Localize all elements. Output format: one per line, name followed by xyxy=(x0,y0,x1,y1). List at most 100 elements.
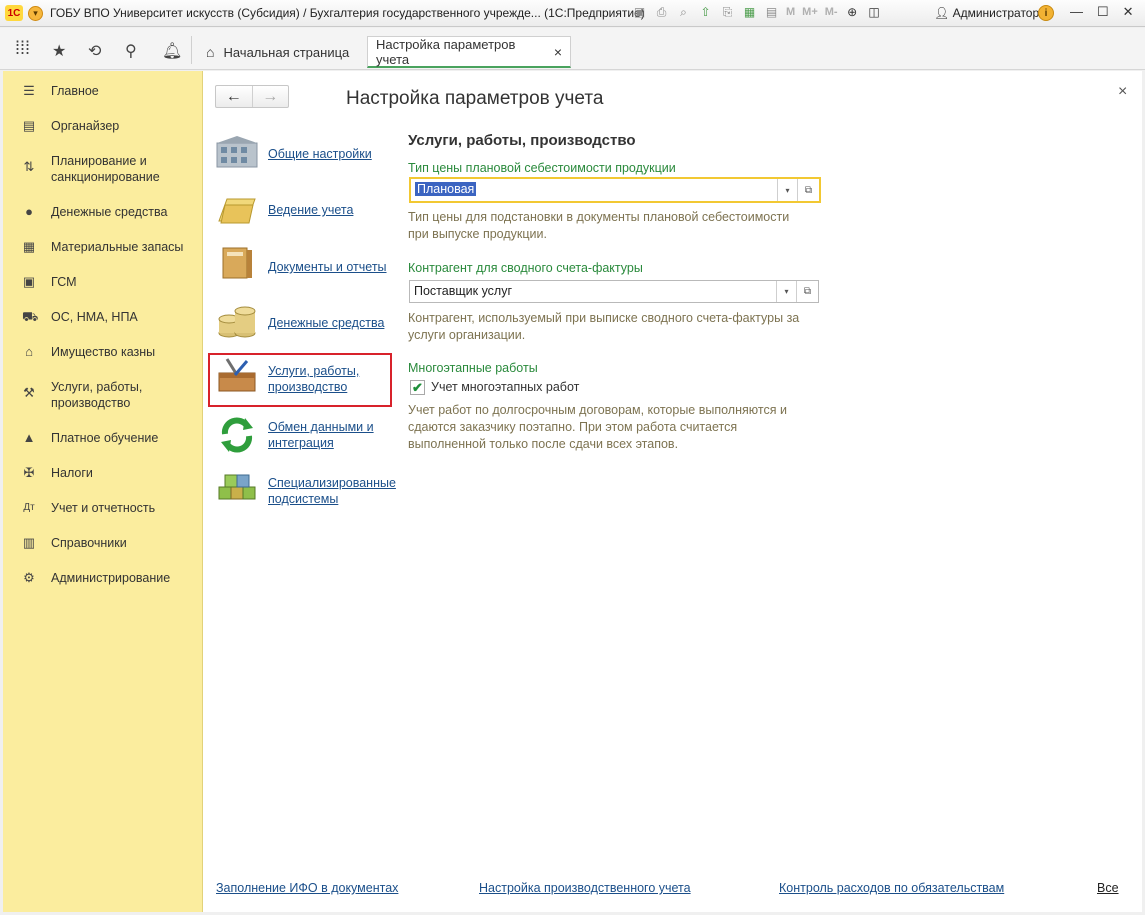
sidebar-item-money[interactable]: ● Денежные средства xyxy=(3,204,203,220)
sidebar-item-fuel[interactable]: ▣ ГСМ xyxy=(3,274,203,290)
open-icon[interactable]: ⧉ xyxy=(797,179,819,201)
multistage-checkbox[interactable]: ✔ xyxy=(410,380,425,395)
folder-icon xyxy=(218,198,256,224)
truck-icon: ⛟ xyxy=(22,309,39,324)
memory-m-button[interactable]: M xyxy=(786,6,795,18)
maximize-icon[interactable]: ☐ xyxy=(1097,4,1109,20)
sidebar-item-planning[interactable]: ⇅ Планирование и санкционирование xyxy=(3,153,203,185)
main-menu-button[interactable]: ▾ xyxy=(28,5,43,21)
search-icon[interactable]: ⚲ xyxy=(125,41,137,61)
forward-arrow-icon[interactable]: → xyxy=(251,86,289,107)
menu-lines-icon: ☰ xyxy=(23,83,35,98)
sidebar-item-main[interactable]: ☰ Главное xyxy=(3,83,203,99)
sidebar-item-assets[interactable]: ⛟ ОС, НМА, НПА xyxy=(3,309,203,325)
grid-icon: ▦ xyxy=(22,239,36,254)
section-money[interactable]: Денежные средства xyxy=(268,315,384,331)
top-toolbar: ⁞⁞⁞ ★ ⟲ ⚲ 🔔︎ ⌂ Начальная страница Настро… xyxy=(0,28,1145,70)
user-name: Администратор xyxy=(952,6,1040,20)
sidebar-item-label: Органайзер xyxy=(51,119,120,133)
sidebar-item-education[interactable]: ▲ Платное обучение xyxy=(3,430,203,446)
sidebar-item-label: ГСМ xyxy=(51,275,77,289)
ruble-icon: ● xyxy=(25,204,33,219)
sidebar-item-taxes[interactable]: ✠ Налоги xyxy=(3,465,203,481)
cubes-icon xyxy=(218,474,256,500)
price-type-value: Плановая xyxy=(415,182,477,196)
toolbox-icon xyxy=(218,358,256,392)
section-subsystems[interactable]: Специализированные подсистемы xyxy=(268,475,403,507)
section-services[interactable]: Услуги, работы, производство xyxy=(268,363,378,395)
toolbar-separator xyxy=(191,36,192,64)
sidebar-item-reporting[interactable]: Дт Учет и отчетность xyxy=(3,500,203,516)
app-logo-icon: 1С xyxy=(5,5,23,21)
section-data-exchange[interactable]: Обмен данными и интеграция xyxy=(268,419,383,451)
building-icon xyxy=(216,136,258,168)
panels-icon[interactable]: ◫ xyxy=(867,4,882,20)
chevron-down-icon[interactable]: ▾ xyxy=(777,179,797,201)
close-window-icon[interactable]: ✕ xyxy=(1123,4,1134,20)
tab-settings-label: Настройка параметров учета xyxy=(376,36,516,67)
sidebar-item-materials[interactable]: ▦ Материальные запасы xyxy=(3,239,203,255)
favorites-icon[interactable]: ★ xyxy=(52,41,66,61)
current-user[interactable]: 👤︎ Администратор xyxy=(934,6,1039,20)
print-icon[interactable]: ⎙ xyxy=(654,4,669,20)
sidebar-item-label: Платное обучение xyxy=(51,431,159,445)
books-icon: ▥ xyxy=(22,535,36,550)
footer-link-all[interactable]: Все xyxy=(1097,881,1119,895)
sidebar-item-organizer[interactable]: ▤ Органайзер xyxy=(3,118,203,134)
sidebar-item-label: Услуги, работы, производство xyxy=(51,380,143,410)
fuel-icon: ▣ xyxy=(22,274,36,289)
footer-link-expenses[interactable]: Контроль расходов по обязательствам xyxy=(779,881,1004,895)
tab-close-icon[interactable]: × xyxy=(554,44,562,60)
footer-link-production[interactable]: Настройка производственного учета xyxy=(479,881,691,895)
memory-plus-button[interactable]: M+ xyxy=(802,6,818,18)
history-nav: ← → xyxy=(215,85,289,108)
zoom-icon[interactable]: ⊕ xyxy=(845,4,860,20)
upload-icon[interactable]: ⇧ xyxy=(698,4,713,20)
section-accounting[interactable]: Ведение учета xyxy=(268,202,353,218)
sidebar-item-label: Налоги xyxy=(51,466,93,480)
counterparty-field[interactable]: Поставщик услуг ▾ ⧉ xyxy=(409,280,819,303)
chevron-down-icon[interactable]: ▾ xyxy=(776,281,796,302)
sidebar-item-services[interactable]: ⚒ Услуги, работы, производство xyxy=(3,379,203,411)
group-title: Услуги, работы, производство xyxy=(408,132,636,149)
sidebar-item-treasury[interactable]: ⌂ Имущество казны xyxy=(3,344,203,360)
titlebar-toolbar: ▣ ⎙ ⌕ ⇧ ⎘ ▦ ▤ M M+ M- ⊕ ◫ xyxy=(632,4,882,20)
minimize-icon[interactable]: — xyxy=(1070,4,1083,20)
memory-minus-button[interactable]: M- xyxy=(825,6,838,18)
calendar-icon[interactable]: ▤ xyxy=(764,4,779,20)
section-general-settings[interactable]: Общие настройки xyxy=(268,146,372,162)
open-icon[interactable]: ⧉ xyxy=(796,281,818,302)
user-icon: 👤︎ xyxy=(934,6,950,20)
calculator-icon[interactable]: ▦ xyxy=(742,4,757,20)
emblem-icon: ✠ xyxy=(23,465,35,480)
window-titlebar: 1С ▾ ГОБУ ВПО Университет искусств (Субс… xyxy=(0,0,1145,27)
bell-icon[interactable]: 🔔︎ xyxy=(162,41,182,61)
sync-icon xyxy=(221,417,253,453)
back-arrow-icon[interactable]: ← xyxy=(216,86,252,107)
printer-icon[interactable]: ⎘ xyxy=(720,4,735,20)
save-icon[interactable]: ▣ xyxy=(632,4,647,20)
sidebar-item-admin[interactable]: ⚙ Администрирование xyxy=(3,570,203,586)
section-data-exchange-label: Обмен данными и интеграция xyxy=(268,420,374,450)
apps-grid-icon[interactable]: ⁞⁞⁞ xyxy=(15,38,30,59)
sidebar-item-label: Учет и отчетность xyxy=(51,501,156,515)
preview-icon[interactable]: ⌕ xyxy=(676,4,691,20)
graduation-icon: ▲ xyxy=(22,430,36,445)
settings-form: ← → Настройка параметров учета × Общие н… xyxy=(203,71,1142,912)
info-icon[interactable]: i xyxy=(1038,5,1054,21)
gear-icon: ⚙ xyxy=(23,570,35,585)
price-type-field[interactable]: Плановая ▾ ⧉ xyxy=(409,177,821,203)
price-type-label: Тип цены плановой себестоимости продукци… xyxy=(408,161,676,175)
multistage-checkbox-label[interactable]: Учет многоэтапных работ xyxy=(431,380,579,394)
tab-settings[interactable]: Настройка параметров учета × xyxy=(367,36,571,68)
footer-link-ifo[interactable]: Заполнение ИФО в документах xyxy=(216,881,398,895)
section-documents[interactable]: Документы и отчеты xyxy=(268,259,387,275)
counterparty-hint: Контрагент, используемый при выписке сво… xyxy=(408,311,800,342)
tab-home[interactable]: ⌂ Начальная страница xyxy=(200,36,355,68)
history-icon[interactable]: ⟲ xyxy=(88,41,101,61)
sidebar-item-references[interactable]: ▥ Справочники xyxy=(3,535,203,551)
checkmark-icon: ✔ xyxy=(412,379,423,395)
close-form-icon[interactable]: × xyxy=(1118,83,1127,101)
sidebar-item-label: Денежные средства xyxy=(51,205,168,219)
counterparty-label: Контрагент для сводного счета-фактуры xyxy=(408,261,643,275)
